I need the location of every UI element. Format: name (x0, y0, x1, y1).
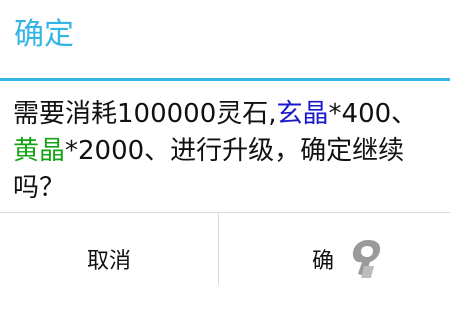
dialog-title: 确定 (14, 17, 74, 52)
title-divider (0, 78, 450, 81)
message-text-3: *2000、进行升级，确定继续吗？ (13, 136, 405, 203)
watermark-logo-icon (352, 240, 381, 278)
item-name-2: 黄晶 (13, 136, 66, 166)
watermark-logo: 九游 (338, 232, 450, 284)
message-text-2: *400、 (328, 99, 418, 129)
dialog-header: 确定 (0, 0, 450, 78)
message-text-1: 需要消耗100000灵石, (13, 99, 277, 129)
confirm-button-label: 确 (312, 249, 335, 274)
item-name-1: 玄晶 (276, 99, 329, 129)
cancel-button[interactable]: 取消 (0, 213, 218, 285)
dialog-message: 需要消耗100000灵石,玄晶*400、黄晶*2000、进行升级，确定继续吗？ (13, 96, 441, 207)
